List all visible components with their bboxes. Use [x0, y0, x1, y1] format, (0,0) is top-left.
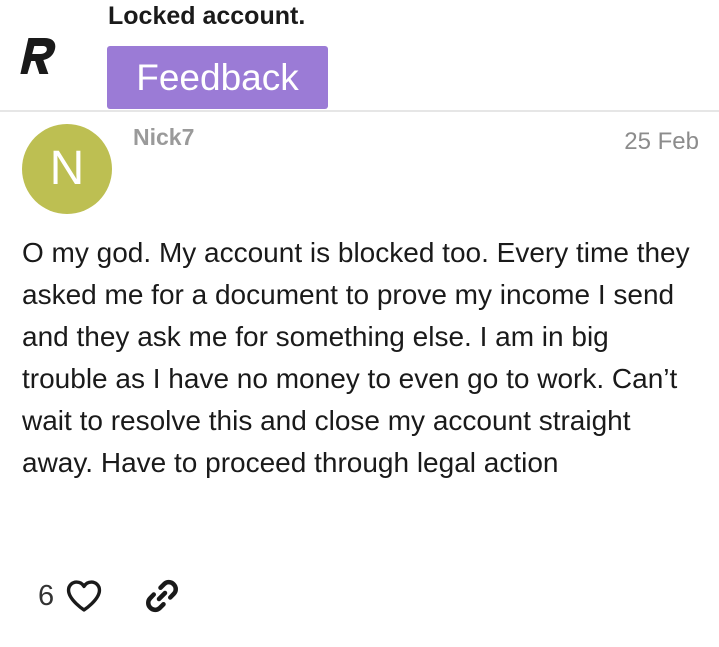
- like-count[interactable]: 6: [38, 580, 54, 613]
- post-body: O my god. My account is blocked too. Eve…: [22, 237, 690, 478]
- revolut-logo-icon[interactable]: [18, 34, 56, 78]
- avatar[interactable]: N: [22, 124, 112, 214]
- post-date[interactable]: 25 Feb: [624, 128, 699, 156]
- category-badge-feedback[interactable]: Feedback: [107, 46, 328, 109]
- link-icon[interactable]: [142, 576, 182, 616]
- topic-header: Locked account. Feedback: [0, 0, 719, 112]
- post-actions: 6: [38, 574, 182, 618]
- topic-title[interactable]: Locked account.: [108, 2, 305, 31]
- heart-icon[interactable]: [64, 576, 104, 616]
- post-author[interactable]: Nick7: [133, 124, 194, 151]
- post: N Nick7 25 Feb O my god. My account is b…: [0, 112, 719, 647]
